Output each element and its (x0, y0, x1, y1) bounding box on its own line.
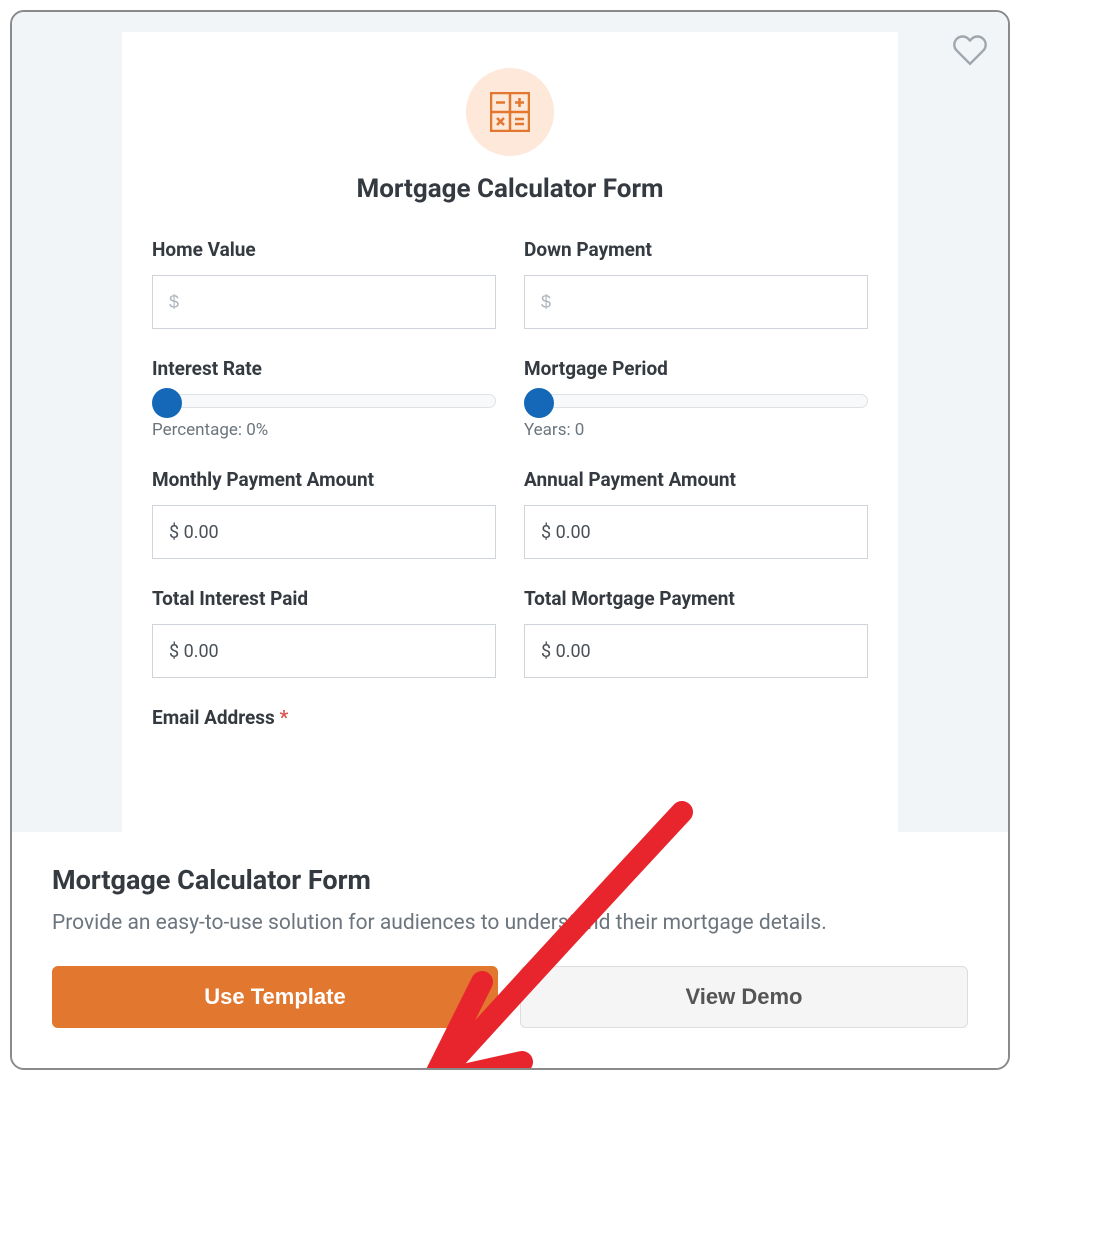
form-preview: Mortgage Calculator Form Home Value Down… (122, 32, 898, 832)
field-email: Email Address * (152, 706, 868, 743)
preview-area: Mortgage Calculator Form Home Value Down… (12, 12, 1008, 832)
slider-value-period: Years: 0 (524, 420, 868, 440)
info-title: Mortgage Calculator Form (52, 864, 968, 896)
slider-track (524, 394, 868, 408)
form-grid: Home Value Down Payment Interest Rate Pe… (152, 238, 868, 743)
field-total-interest: Total Interest Paid $ 0.00 (152, 587, 496, 678)
label-email: Email Address * (152, 706, 868, 729)
field-mortgage-period: Mortgage Period Years: 0 (524, 357, 868, 440)
input-home-value[interactable] (152, 275, 496, 329)
field-interest-rate: Interest Rate Percentage: 0% (152, 357, 496, 440)
info-area: Mortgage Calculator Form Provide an easy… (12, 832, 1008, 1068)
label-mortgage-period: Mortgage Period (524, 357, 868, 380)
label-monthly-payment: Monthly Payment Amount (152, 468, 496, 491)
view-demo-button[interactable]: View Demo (520, 966, 968, 1028)
field-monthly-payment: Monthly Payment Amount $ 0.00 (152, 468, 496, 559)
button-row: Use Template View Demo (52, 966, 968, 1028)
input-down-payment[interactable] (524, 275, 868, 329)
field-total-mortgage: Total Mortgage Payment $ 0.00 (524, 587, 868, 678)
label-home-value: Home Value (152, 238, 496, 261)
output-total-interest: $ 0.00 (152, 624, 496, 678)
field-home-value: Home Value (152, 238, 496, 329)
slider-value-interest: Percentage: 0% (152, 420, 496, 440)
output-monthly-payment: $ 0.00 (152, 505, 496, 559)
info-description: Provide an easy-to-use solution for audi… (52, 908, 968, 938)
calculator-icon (466, 68, 554, 156)
field-annual-payment: Annual Payment Amount $ 0.00 (524, 468, 868, 559)
output-total-mortgage: $ 0.00 (524, 624, 868, 678)
favorite-heart-icon[interactable] (952, 32, 988, 68)
label-total-mortgage: Total Mortgage Payment (524, 587, 868, 610)
label-total-interest: Total Interest Paid (152, 587, 496, 610)
slider-mortgage-period[interactable] (524, 394, 868, 408)
form-title: Mortgage Calculator Form (152, 174, 868, 204)
field-down-payment: Down Payment (524, 238, 868, 329)
label-down-payment: Down Payment (524, 238, 868, 261)
label-email-text: Email Address (152, 706, 275, 729)
slider-track (152, 394, 496, 408)
template-card: Mortgage Calculator Form Home Value Down… (10, 10, 1010, 1070)
output-annual-payment: $ 0.00 (524, 505, 868, 559)
use-template-button[interactable]: Use Template (52, 966, 498, 1028)
label-annual-payment: Annual Payment Amount (524, 468, 868, 491)
label-interest-rate: Interest Rate (152, 357, 496, 380)
slider-thumb[interactable] (152, 388, 182, 418)
required-indicator: * (280, 706, 289, 729)
slider-interest-rate[interactable] (152, 394, 496, 408)
slider-thumb[interactable] (524, 388, 554, 418)
